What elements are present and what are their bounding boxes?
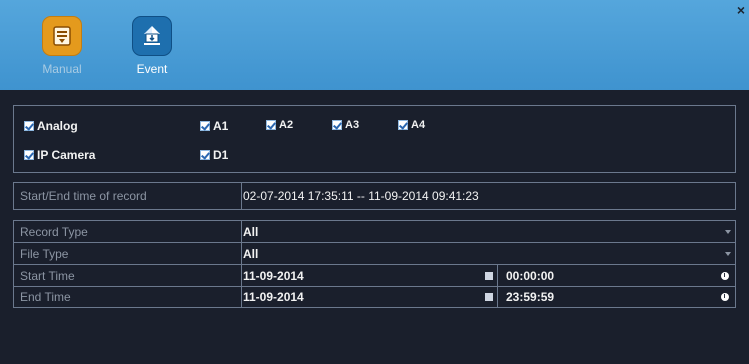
channel-a4-label: A4 xyxy=(411,119,426,131)
calendar-icon[interactable] xyxy=(485,293,493,301)
channel-a4-checkbox[interactable]: A4 xyxy=(398,119,425,131)
channel-a3-label: A3 xyxy=(345,119,360,131)
header-bar: × Manual Event xyxy=(0,0,749,90)
start-time-value: 00:00:00 xyxy=(506,268,555,283)
file-type-row[interactable]: File Type All xyxy=(13,242,736,264)
event-search-icon xyxy=(132,16,172,56)
start-time-field[interactable]: 00:00:00 xyxy=(498,265,735,286)
start-date-field[interactable]: 11-09-2014 xyxy=(235,265,498,286)
file-type-label: File Type xyxy=(14,243,242,264)
checkbox-checked-icon xyxy=(24,150,34,160)
start-time-label: Start Time xyxy=(14,265,242,286)
end-date-field[interactable]: 11-09-2014 xyxy=(235,287,498,307)
record-range-row: Start/End time of record 02-07-2014 17:3… xyxy=(13,182,736,210)
chevron-down-icon xyxy=(725,229,731,234)
end-time-value: 23:59:59 xyxy=(506,290,555,304)
manual-record-icon xyxy=(42,16,82,56)
checkbox-checked-icon xyxy=(266,120,276,130)
channel-a2-checkbox[interactable]: A2 xyxy=(266,119,293,131)
close-icon[interactable]: × xyxy=(737,2,745,18)
record-range-label: Start/End time of record xyxy=(14,183,242,209)
file-type-select[interactable]: All xyxy=(235,243,735,264)
record-range-value: 02-07-2014 17:35:11 -- 11-09-2014 09:41:… xyxy=(243,189,479,203)
record-type-row[interactable]: Record Type All xyxy=(13,220,736,242)
calendar-icon[interactable] xyxy=(485,271,493,280)
record-type-select[interactable]: All xyxy=(235,221,735,242)
checkbox-checked-icon xyxy=(200,121,210,131)
channel-d1-label: D1 xyxy=(213,148,229,162)
end-time-label: End Time xyxy=(14,287,242,307)
tab-manual[interactable]: Manual xyxy=(24,16,100,76)
end-time-row: End Time 11-09-2014 23:59:59 xyxy=(13,286,736,308)
channel-selection-panel: Analog A1 A2 A3 A4 IP Camera D1 xyxy=(13,105,736,173)
file-type-value: All xyxy=(243,246,259,261)
analog-checkbox[interactable]: Analog xyxy=(24,119,78,133)
channel-a3-checkbox[interactable]: A3 xyxy=(332,119,359,131)
channel-a1-checkbox[interactable]: A1 xyxy=(200,119,228,133)
checkbox-checked-icon xyxy=(200,150,210,160)
checkbox-checked-icon xyxy=(398,120,408,130)
clock-icon[interactable] xyxy=(721,293,729,301)
ip-camera-label: IP Camera xyxy=(37,148,96,162)
start-time-row: Start Time 11-09-2014 00:00:00 xyxy=(13,264,736,286)
ip-camera-checkbox[interactable]: IP Camera xyxy=(24,148,95,162)
channel-a1-label: A1 xyxy=(213,119,229,133)
end-date-value: 11-09-2014 xyxy=(243,290,304,304)
end-time-field[interactable]: 23:59:59 xyxy=(498,287,735,307)
record-type-value: All xyxy=(243,224,259,239)
analog-label: Analog xyxy=(37,119,78,133)
clock-icon[interactable] xyxy=(721,271,729,280)
start-date-value: 11-09-2014 xyxy=(243,268,304,283)
tab-event[interactable]: Event xyxy=(114,16,190,76)
channel-d1-checkbox[interactable]: D1 xyxy=(200,148,228,162)
chevron-down-icon xyxy=(725,251,731,256)
channel-a2-label: A2 xyxy=(279,119,294,131)
tab-event-label: Event xyxy=(136,62,168,76)
checkbox-checked-icon xyxy=(332,120,342,130)
record-type-label: Record Type xyxy=(14,221,242,242)
checkbox-checked-icon xyxy=(24,121,34,131)
tab-manual-label: Manual xyxy=(42,62,82,76)
